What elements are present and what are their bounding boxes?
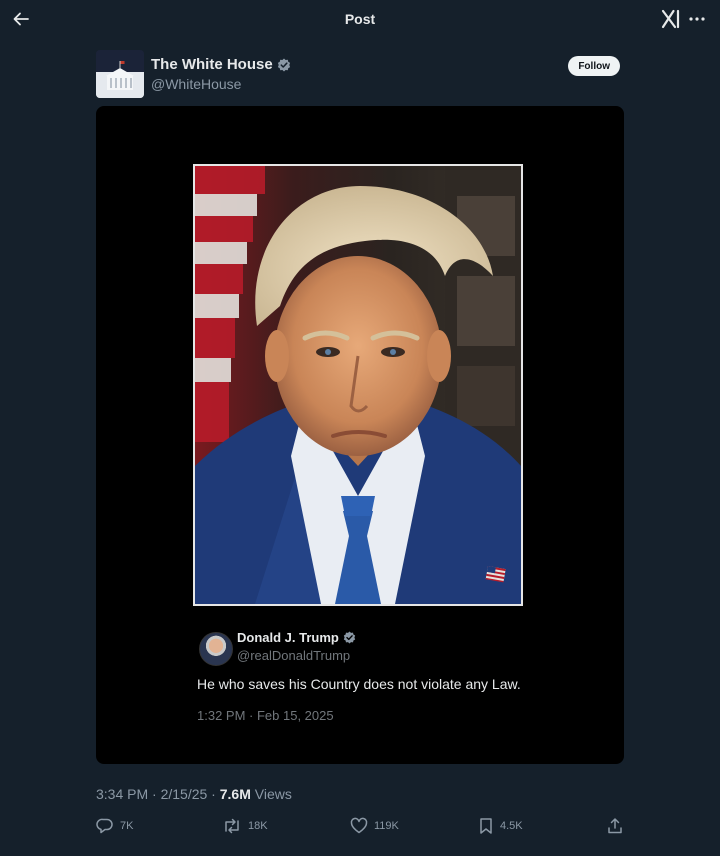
x-logo-icon[interactable]	[660, 8, 682, 30]
quoted-name-row: Donald J. Trump	[237, 630, 356, 645]
verified-badge-icon	[277, 58, 290, 71]
repost-count: 18K	[248, 820, 268, 832]
quoted-author-avatar[interactable]	[199, 632, 233, 666]
portrait-photo	[193, 164, 523, 606]
more-button[interactable]	[686, 8, 708, 30]
quoted-post-text: He who saves his Country does not violat…	[197, 676, 521, 692]
action-bar: 7K 18K 119K 4.5K	[96, 814, 624, 838]
repost-button[interactable]: 18K	[222, 814, 268, 838]
more-icon	[689, 17, 705, 21]
post-author: The White House @WhiteHouse Follow	[96, 50, 626, 102]
like-icon	[350, 817, 368, 834]
like-count: 119K	[374, 820, 399, 832]
follow-button[interactable]: Follow	[568, 56, 620, 76]
share-button[interactable]	[606, 814, 624, 838]
author-handle[interactable]: @WhiteHouse	[151, 76, 241, 92]
post-meta: 3:34 PM · 2/15/25 · 7.6M Views	[96, 786, 292, 802]
bookmark-count: 4.5K	[500, 820, 523, 832]
views-count: 7.6M	[219, 786, 251, 802]
verified-badge-icon	[343, 631, 356, 644]
repost-icon	[225, 818, 239, 834]
quoted-author-handle[interactable]: @realDonaldTrump	[237, 648, 350, 663]
author-name-row: The White House	[151, 56, 291, 73]
reply-count: 7K	[120, 820, 134, 832]
author-avatar[interactable]	[96, 50, 144, 98]
like-button[interactable]: 119K	[350, 814, 399, 838]
post-media[interactable]: Donald J. Trump @realDonaldTrump He who …	[96, 106, 624, 764]
page-title: Post	[344, 11, 376, 27]
share-icon	[608, 818, 622, 834]
quoted-post-timestamp: 1:32 PM · Feb 15, 2025	[197, 708, 334, 723]
top-bar: Post	[0, 0, 720, 40]
author-name[interactable]: The White House	[151, 56, 273, 73]
bookmark-button[interactable]: 4.5K	[478, 814, 523, 838]
quoted-author-name[interactable]: Donald J. Trump	[237, 630, 339, 645]
views-label: Views	[250, 786, 292, 802]
bookmark-icon	[480, 818, 492, 834]
post-timestamp[interactable]: 3:34 PM · 2/15/25 ·	[96, 786, 220, 802]
reply-icon	[96, 818, 113, 834]
reply-button[interactable]: 7K	[96, 814, 133, 838]
